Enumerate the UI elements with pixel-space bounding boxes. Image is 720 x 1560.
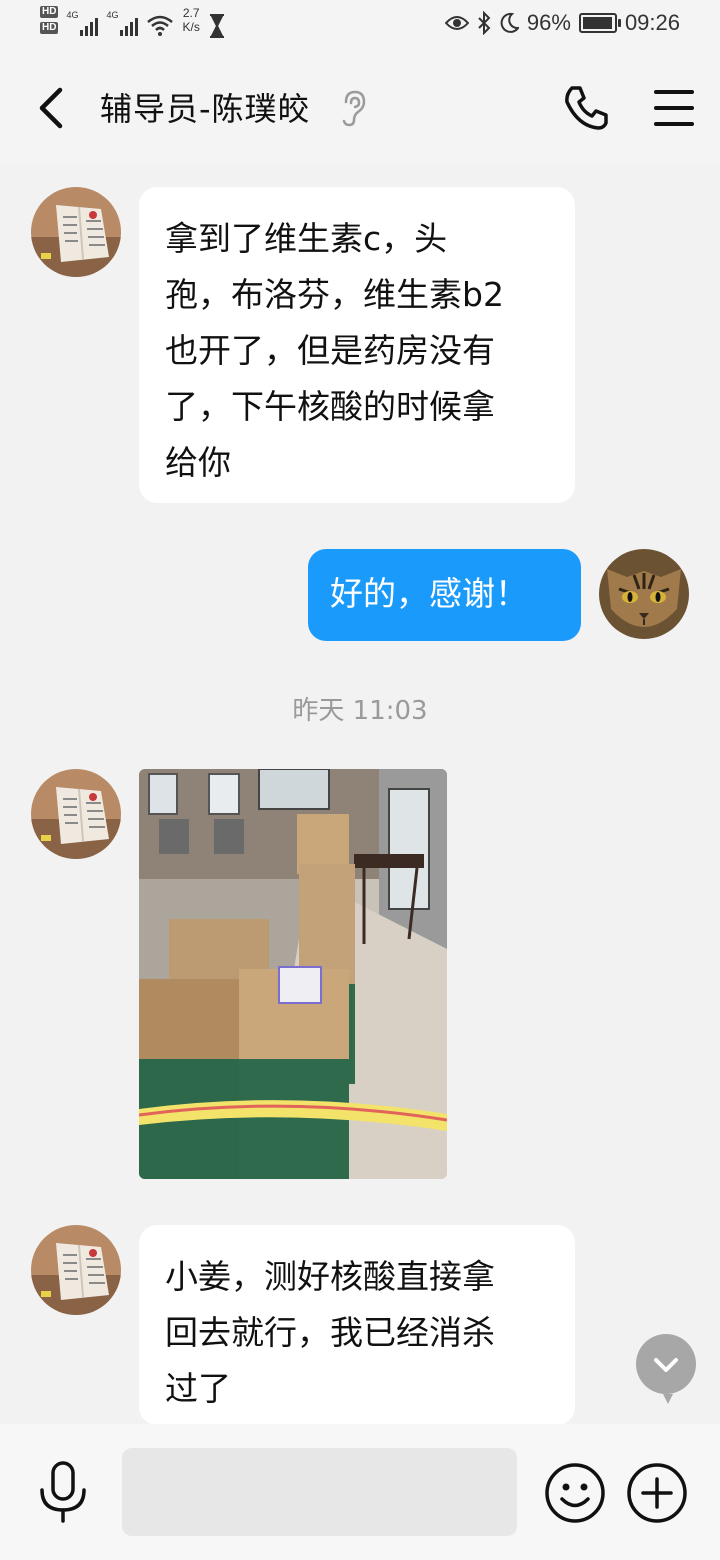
hd-badge-1: HD bbox=[40, 6, 59, 18]
hourglass-icon bbox=[209, 14, 224, 38]
menu-icon[interactable] bbox=[652, 86, 696, 130]
contact-avatar[interactable] bbox=[31, 187, 121, 277]
hd-badge-2: HD bbox=[40, 22, 59, 34]
earpiece-icon bbox=[342, 90, 366, 127]
input-bar bbox=[0, 1424, 720, 1560]
battery-icon bbox=[578, 13, 621, 33]
phone-icon[interactable] bbox=[560, 82, 612, 134]
message-line: 也开了，但是药房没有 bbox=[165, 331, 495, 370]
message-line: 小姜，测好核酸直接拿 bbox=[165, 1257, 495, 1296]
my-avatar[interactable] bbox=[599, 549, 689, 639]
message-bubble[interactable]: 小姜，测好核酸直接拿 回去就行，我已经消杀 过了 bbox=[139, 1225, 575, 1425]
contact-avatar[interactable] bbox=[31, 769, 121, 859]
signal-2-icon: 4G bbox=[106, 10, 139, 36]
message-timestamp: 昨天 11:03 bbox=[292, 696, 428, 726]
message-line: 孢，布洛芬，维生素b2 bbox=[165, 275, 504, 314]
message-input[interactable] bbox=[122, 1448, 517, 1536]
eye-icon bbox=[444, 16, 469, 30]
message-line: 了，下午核酸的时候拿 bbox=[165, 387, 495, 426]
message-line: 拿到了维生素c，头 bbox=[165, 219, 448, 258]
microphone-icon[interactable] bbox=[36, 1460, 90, 1524]
plus-icon[interactable] bbox=[626, 1462, 688, 1524]
battery-percent: 96% bbox=[526, 10, 571, 35]
chevron-down-icon bbox=[654, 1358, 678, 1372]
scroll-to-bottom-button[interactable] bbox=[636, 1334, 696, 1404]
my-message-bubble[interactable]: 好的，感谢！ bbox=[308, 549, 581, 641]
chat-header: 辅导员-陈璞皎 bbox=[0, 52, 720, 164]
bluetooth-icon bbox=[478, 11, 491, 35]
message-bubble[interactable]: 拿到了维生素c，头 孢，布洛芬，维生素b2 也开了，但是药房没有 了，下午核酸的… bbox=[139, 187, 575, 503]
contact-avatar[interactable] bbox=[31, 1225, 121, 1315]
wifi-icon bbox=[147, 15, 174, 36]
message-line: 给你 bbox=[165, 443, 231, 482]
clock: 09:26 bbox=[624, 10, 680, 35]
signal-1-icon: 4G bbox=[66, 10, 99, 36]
chat-title[interactable]: 辅导员-陈璞皎 bbox=[100, 84, 311, 130]
network-speed: 2.7 K/s bbox=[182, 6, 200, 34]
status-bar: HD HD 4G 4G 2.7 K/s 96% 09:26 bbox=[0, 0, 720, 52]
hd-badges: HD HD bbox=[40, 6, 59, 34]
message-line: 回去就行，我已经消杀 bbox=[165, 1313, 495, 1352]
message-line: 过了 bbox=[165, 1369, 231, 1408]
message-line: 好的，感谢！ bbox=[330, 574, 528, 613]
back-arrow-icon[interactable] bbox=[30, 82, 74, 134]
moon-icon bbox=[500, 12, 519, 33]
message-image[interactable] bbox=[139, 769, 447, 1179]
emoji-icon[interactable] bbox=[544, 1462, 606, 1524]
